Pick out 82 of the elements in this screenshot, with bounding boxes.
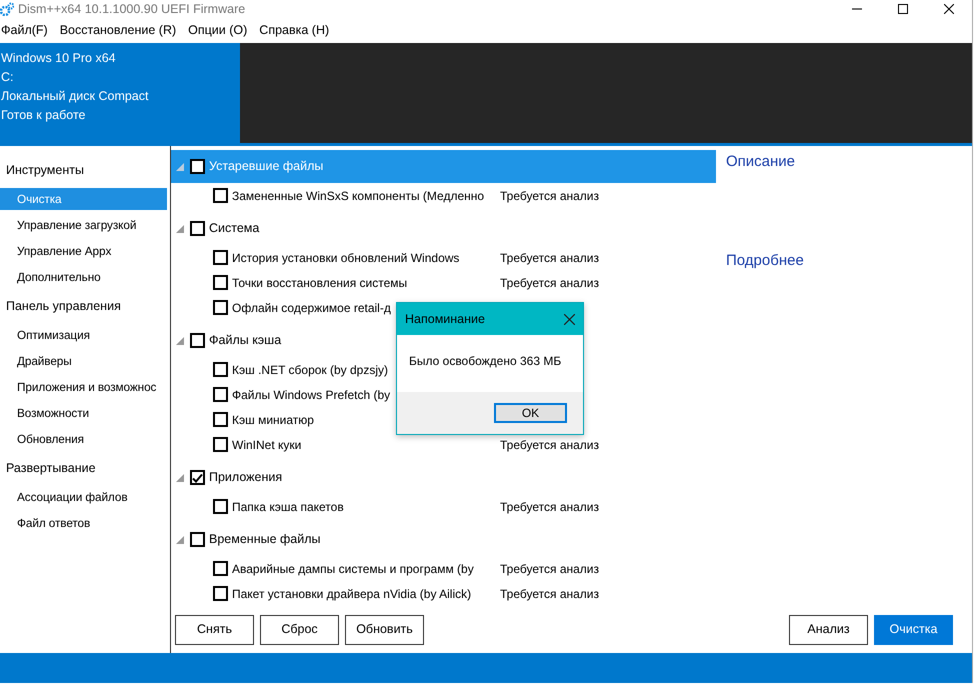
sidebar-item[interactable]: Обновления [0,426,167,452]
sidebar-item[interactable]: Дополнительно [0,264,167,290]
gears-icon [0,2,14,16]
item-label: Папка кэша пакетов [232,500,344,514]
sidebar-item[interactable]: Возможности [0,400,167,426]
status-text: Требуется анализ [500,250,599,266]
checkbox[interactable] [213,300,228,315]
status-text: Требуется анализ [500,188,599,204]
action-button[interactable]: Анализ [789,614,868,644]
checkbox[interactable] [213,437,228,452]
group-label: Временные файлы [209,531,320,548]
checkbox[interactable] [190,470,205,485]
item-label: Пакет установки драйвера nVidia (by Ailick) [232,586,472,600]
sidebar-group: Панель управления [0,290,170,322]
group-label: Файлы кэша [209,332,282,350]
more-heading: Подробнее [726,250,805,270]
checkbox[interactable] [213,362,228,377]
info-text: Локальный диск Compact [1,88,150,105]
group-label: Приложения [209,469,282,486]
item-label: Аварийные дампы системы и программ (by [232,562,474,576]
tree-row[interactable]: Приложения [171,461,716,494]
checkbox[interactable] [213,275,228,290]
status-text: Требуется анализ [500,436,599,454]
expander-icon[interactable] [176,224,184,232]
status-text: Требуется анализ [500,274,599,292]
checkbox[interactable] [213,250,228,265]
group-label: Система [209,220,260,238]
item-label: WinINet куки [232,438,302,452]
action-button[interactable]: Обновить [345,614,424,644]
close-icon[interactable] [564,314,575,324]
sidebar-item[interactable]: Приложения и возможнос [0,374,167,400]
description-heading: Описание [726,152,796,172]
ok-button[interactable]: OK [494,403,567,423]
checkbox[interactable] [190,333,205,348]
checkbox[interactable] [213,499,228,514]
status-text: Требуется анализ [500,586,599,602]
menu-item[interactable]: Справка (H) [259,20,338,40]
checkbox[interactable] [213,387,228,402]
action-button[interactable]: Сброс [260,614,339,644]
item-label: История установки обновлений Windows [232,250,460,264]
checkbox[interactable] [190,159,205,174]
window-title: Dism++x64 10.1.1000.90 UEFI Firmware [18,0,246,18]
expander-icon[interactable] [176,336,184,344]
menu-item[interactable]: Восстановление (R) [60,20,184,40]
sidebar-item[interactable]: Драйверы [0,348,167,374]
info-text: C: [1,69,14,86]
item-label: Точки восстановления системы [232,276,408,290]
item-label: Офлайн содержимое retail-д [232,300,391,314]
checkbox[interactable] [213,412,228,427]
maximize-icon [898,4,908,14]
checkbox[interactable] [190,221,205,236]
status-text: Требуется анализ [500,498,599,516]
info-text: Готов к работе [1,107,86,124]
checkbox[interactable] [213,188,228,203]
tree-row[interactable]: Временные файлы [171,523,716,556]
expander-icon[interactable] [176,474,184,482]
dialog-message: Было освобождено 363 МБ [409,354,562,368]
sidebar-item[interactable]: Управление загрузкой [0,212,167,238]
menu-item[interactable]: Опции (O) [188,20,256,40]
item-label: Кэш .NET сборок (by dpzsjy) [232,362,388,376]
check-icon [192,472,203,482]
status-text: Требуется анализ [500,560,599,578]
group-label: Устаревшие файлы [209,158,324,176]
checkbox[interactable] [213,586,228,601]
sidebar-group: Инструменты [0,154,170,186]
item-label: Кэш миниатюр [232,412,314,426]
primary-button[interactable]: Очистка [874,614,953,644]
menu-item[interactable]: Файл(F) [1,20,56,40]
sidebar-item[interactable]: Оптимизация [0,322,167,348]
sidebar-group: Развертывание [0,452,170,484]
item-label: Замененные WinSxS компоненты (Медленно [232,188,484,202]
item-label: Файлы Windows Prefetch (by [232,388,390,402]
info-text: Windows 10 Pro x64 [1,50,117,67]
expander-icon[interactable] [176,536,184,544]
tree-row[interactable]: Система [171,212,716,245]
action-button[interactable]: Снять [175,614,254,644]
sidebar-item[interactable]: Управление Appx [0,238,167,264]
sidebar-item[interactable]: Ассоциации файлов [0,484,167,510]
checkbox[interactable] [213,561,228,576]
sidebar-item[interactable]: Файл ответов [0,510,167,536]
checkbox[interactable] [190,532,205,547]
close-icon [944,4,954,14]
